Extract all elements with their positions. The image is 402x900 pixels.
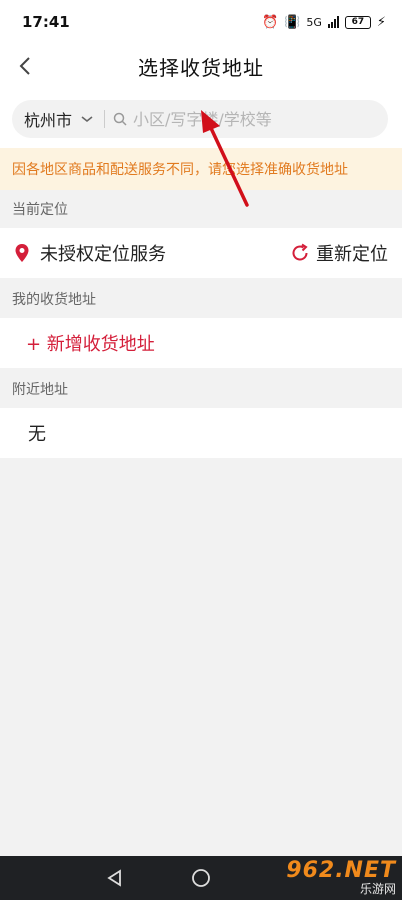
- location-status: 未授权定位服务: [40, 244, 166, 265]
- status-icons: ⏰ 📳 5G 67 ⚡: [261, 14, 386, 30]
- chevron-left-icon: [19, 57, 30, 75]
- system-nav-bar: 962.NET 乐游网: [0, 856, 402, 900]
- nav-home-button[interactable]: [188, 866, 214, 890]
- my-addresses-row: + 新增收货地址: [0, 318, 402, 368]
- search-input[interactable]: [133, 109, 374, 129]
- vibrate-icon: 📳: [284, 14, 301, 30]
- triangle-back-icon: [107, 869, 121, 887]
- section-header-current-location: 当前定位: [12, 202, 68, 218]
- city-label: 杭州市: [24, 111, 73, 130]
- chevron-down-icon: [81, 116, 93, 123]
- signal-icon: [327, 16, 339, 28]
- alarm-icon: ⏰: [261, 14, 279, 30]
- divider: [104, 110, 106, 128]
- status-time: 17:41: [22, 13, 70, 31]
- watermark-sub: 乐游网: [359, 882, 396, 896]
- search-bar: 杭州市: [12, 100, 388, 138]
- section-header-nearby: 附近地址: [12, 382, 68, 398]
- notice-text: 因各地区商品和配送服务不同，请您选择准确收货地址: [12, 162, 348, 178]
- charging-icon: ⚡: [376, 14, 386, 30]
- page-header: 选择收货地址: [0, 44, 402, 88]
- page-title: 选择收货地址: [138, 55, 264, 80]
- nav-back-button[interactable]: [102, 866, 128, 890]
- relocate-label: 重新定位: [316, 244, 388, 265]
- nearby-row: 无: [0, 408, 402, 458]
- section-header-my-addresses: 我的收货地址: [12, 292, 96, 308]
- back-button[interactable]: [10, 51, 40, 81]
- battery-icon: 67: [344, 15, 371, 29]
- status-bar: 17:41 ⏰ 📳 5G 67 ⚡: [0, 0, 402, 44]
- nearby-empty-text: 无: [28, 424, 46, 445]
- battery-level: 67: [351, 17, 365, 27]
- add-address-button[interactable]: + 新增收货地址: [14, 330, 155, 356]
- city-selector[interactable]: 杭州市: [12, 107, 104, 131]
- circle-home-icon: [192, 869, 210, 887]
- current-location-row: 未授权定位服务 重新定位: [0, 228, 402, 278]
- network-type: 5G: [306, 15, 322, 29]
- search-section: 杭州市: [0, 88, 402, 148]
- notice-banner: 因各地区商品和配送服务不同，请您选择准确收货地址: [0, 148, 402, 190]
- location-pin-icon: [15, 244, 29, 262]
- watermark: 962.NET 乐游网: [286, 858, 396, 898]
- relocate-button[interactable]: 重新定位: [290, 228, 388, 278]
- search-icon: [113, 112, 127, 126]
- watermark-main: 962.NET: [286, 858, 396, 883]
- refresh-icon: [292, 243, 308, 261]
